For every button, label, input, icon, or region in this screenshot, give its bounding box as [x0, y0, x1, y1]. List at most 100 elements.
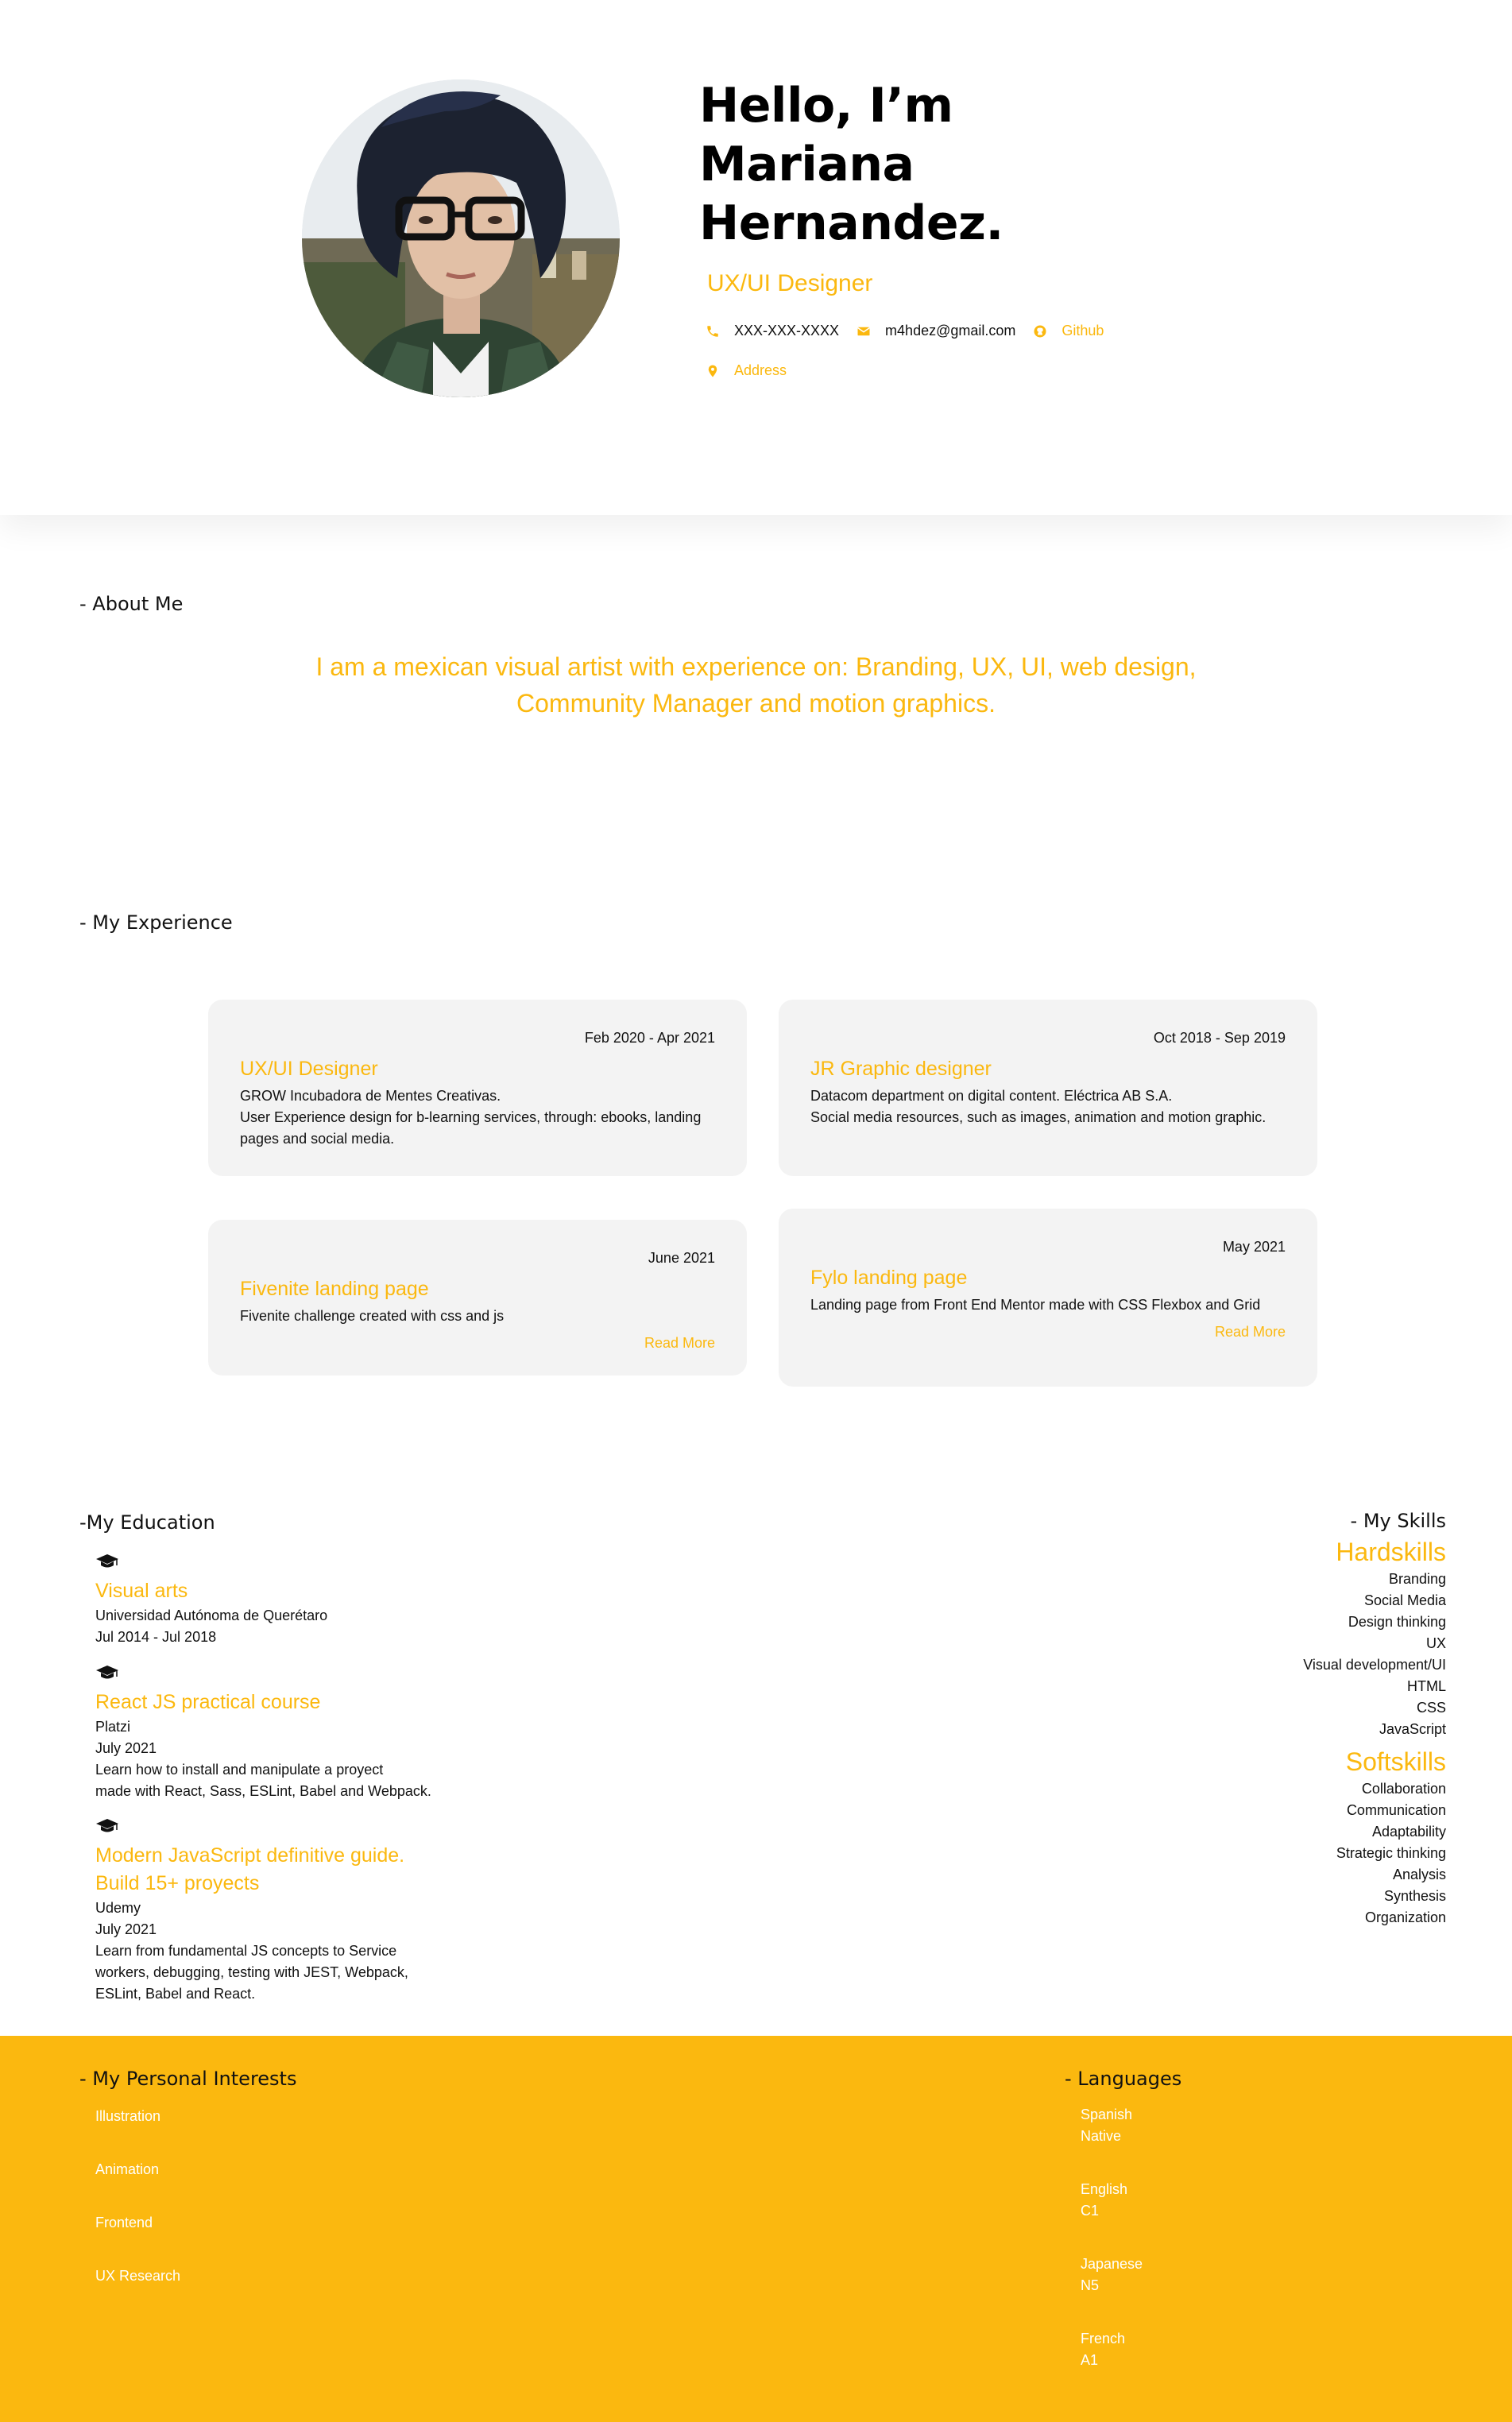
- language-level: C1: [1081, 2203, 1100, 2219]
- language-item: English C1: [1081, 2179, 1127, 2222]
- skills-title: - My Skills: [1350, 1510, 1446, 1532]
- interest-item: Animation: [95, 2161, 160, 2177]
- about-title: - About Me: [79, 593, 184, 615]
- experience-card: Feb 2020 - Apr 2021 UX/UI Designer GROW …: [208, 1000, 747, 1176]
- hardskills-heading: Hardskills: [1336, 1538, 1446, 1566]
- skill-item: Adaptability: [1371, 1824, 1446, 1840]
- read-more-link[interactable]: Read More: [810, 1324, 1286, 1341]
- skill-item: Social Media: [1363, 1592, 1446, 1608]
- greeting-line-3: Hernandez.: [699, 195, 1003, 251]
- language-level: N5: [1081, 2277, 1100, 2293]
- skill-item: Visual development/UI: [1303, 1657, 1446, 1673]
- language-name: Spanish: [1081, 2107, 1133, 2122]
- education-title-text: Build 15+ proyects: [95, 1872, 260, 1894]
- experience-line: GROW Incubadora de Mentes Creativas.: [240, 1088, 501, 1104]
- experience-line: Social media resources, such as images, …: [810, 1109, 1266, 1125]
- footer: - My Personal Interests Illustration Ani…: [0, 2036, 1512, 2422]
- contact-row: XXX-XXX-XXXX m4hdez@gmail.com Github: [706, 323, 1121, 339]
- graduation-cap-icon: [95, 1553, 119, 1569]
- project-card: June 2021 Fivenite landing page Fivenite…: [208, 1220, 747, 1375]
- education-title-text: React JS practical course: [95, 1691, 321, 1713]
- map-pin-icon: [706, 364, 720, 378]
- graduation-cap-icon: [95, 1818, 119, 1834]
- language-name: French: [1081, 2331, 1126, 2347]
- education-item: Modern JavaScript definitive guide. Buil…: [95, 1818, 509, 2005]
- phone-number: XXX-XXX-XXXX: [734, 323, 840, 339]
- education-line: Udemy: [95, 1900, 141, 1916]
- address-contact[interactable]: Address: [706, 362, 787, 379]
- email-icon: [857, 324, 871, 339]
- skill-item: Communication: [1346, 1802, 1446, 1818]
- education-line: Jul 2014 - Jul 2018: [95, 1629, 217, 1645]
- education-line: July 2021: [95, 1921, 157, 1937]
- education-title: -My Education: [79, 1511, 215, 1534]
- interest-item: Frontend: [95, 2215, 153, 2230]
- github-link[interactable]: Github: [1061, 323, 1104, 339]
- experience-title: - My Experience: [79, 911, 233, 934]
- skill-item: HTML: [1407, 1678, 1446, 1694]
- greeting-line-2: Mariana: [699, 137, 915, 192]
- greeting-heading: Hello, I’m Mariana Hernandez.: [699, 76, 1112, 253]
- skill-item: Collaboration: [1361, 1781, 1446, 1797]
- experience-title-text: UX/UI Designer: [240, 1058, 378, 1080]
- project-date: June 2021: [648, 1250, 715, 1266]
- education-line: Platzi: [95, 1719, 131, 1735]
- skill-item: Analysis: [1392, 1867, 1446, 1882]
- project-title: Fivenite landing page: [240, 1278, 429, 1300]
- language-name: Japanese: [1081, 2256, 1143, 2272]
- interest-item: Illustration: [95, 2108, 161, 2124]
- skill-item: Strategic thinking: [1336, 1845, 1446, 1861]
- experience-date: Feb 2020 - Apr 2021: [584, 1030, 715, 1046]
- skill-item: Organization: [1364, 1909, 1446, 1925]
- language-name: English: [1081, 2181, 1128, 2197]
- greeting-line-1: Hello, I’m: [699, 78, 953, 133]
- project-card: May 2021 Fylo landing page Landing page …: [779, 1209, 1317, 1387]
- graduation-cap-icon: [95, 1665, 119, 1681]
- language-item: Spanish Native: [1081, 2104, 1132, 2147]
- education-line: Learn how to install and manipulate a pr…: [95, 1762, 384, 1778]
- education-title-text: Visual arts: [95, 1580, 188, 1602]
- experience-card: Oct 2018 - Sep 2019 JR Graphic designer …: [779, 1000, 1317, 1176]
- project-description: Fivenite challenge created with css and …: [240, 1308, 505, 1324]
- project-description: Landing page from Front End Mentor made …: [810, 1297, 1261, 1313]
- education-line: Universidad Autónoma de Querétaro: [95, 1608, 328, 1623]
- interests-title: - My Personal Interests: [79, 2068, 297, 2090]
- experience-date: Oct 2018 - Sep 2019: [1153, 1030, 1286, 1046]
- email-address[interactable]: m4hdez@gmail.com: [885, 323, 1015, 339]
- experience-line: User Experience design for b-learning se…: [240, 1109, 702, 1147]
- github-contact[interactable]: Github: [1033, 323, 1104, 339]
- education-line: ESLint, Babel and React.: [95, 1986, 256, 2002]
- skill-item: CSS: [1416, 1700, 1446, 1716]
- experience-title-text: JR Graphic designer: [810, 1058, 992, 1080]
- education-item: React JS practical course Platzi July 20…: [95, 1665, 509, 1802]
- language-level: Native: [1081, 2128, 1122, 2144]
- skill-item: Synthesis: [1383, 1888, 1446, 1904]
- skill-item: Design thinking: [1348, 1614, 1446, 1630]
- email-contact[interactable]: m4hdez@gmail.com: [857, 323, 1015, 339]
- interest-item: UX Research: [95, 2268, 181, 2284]
- profile-photo: [302, 79, 620, 397]
- education-line: workers, debugging, testing with JEST, W…: [95, 1964, 408, 1980]
- experience-line: Datacom department on digital content. E…: [810, 1088, 1173, 1104]
- phone-icon: [706, 324, 720, 339]
- education-line: Learn from fundamental JS concepts to Se…: [95, 1943, 397, 1959]
- skill-item: Branding: [1388, 1571, 1446, 1587]
- languages-title: - Languages: [1065, 2068, 1182, 2090]
- project-date: May 2021: [1222, 1239, 1286, 1255]
- softskills-heading: Softskills: [1345, 1747, 1446, 1776]
- project-title: Fylo landing page: [810, 1267, 968, 1289]
- github-icon: [1033, 324, 1047, 339]
- address-link[interactable]: Address: [734, 362, 787, 379]
- language-item: Japanese N5: [1081, 2254, 1143, 2296]
- skills-section: - My Skills Hardskills Branding Social M…: [1303, 1510, 1446, 1929]
- skill-item: JavaScript: [1379, 1721, 1446, 1737]
- education-line: made with React, Sass, ESLint, Babel and…: [95, 1783, 431, 1799]
- about-text: I am a mexican visual artist with experi…: [315, 652, 1197, 718]
- read-more-link[interactable]: Read More: [240, 1335, 715, 1352]
- education-item: Visual arts Universidad Autónoma de Quer…: [95, 1553, 509, 1648]
- address-row: Address: [706, 362, 804, 379]
- language-level: A1: [1081, 2352, 1099, 2368]
- education-line: July 2021: [95, 1740, 157, 1756]
- job-role: UX/UI Designer: [707, 270, 873, 296]
- profile-header: Hello, I’m Mariana Hernandez. UX/UI Desi…: [0, 0, 1512, 515]
